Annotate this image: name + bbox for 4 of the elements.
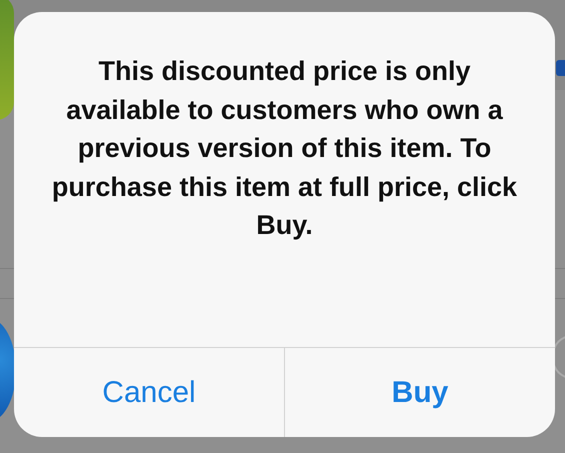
button-edge — [556, 60, 565, 76]
buy-button[interactable]: Buy — [284, 348, 555, 437]
cancel-button[interactable]: Cancel — [14, 348, 284, 437]
alert-message: This discounted price is only available to customers who own a previous version of this item. To purchase this item at full price, click Buy. — [50, 55, 518, 242]
